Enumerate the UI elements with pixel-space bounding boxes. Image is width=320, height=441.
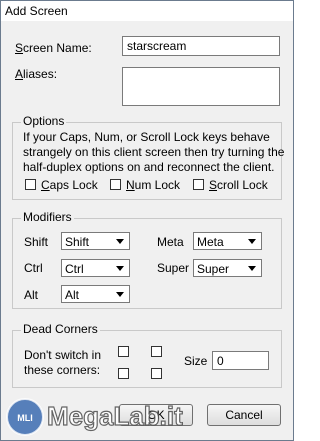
watermark-text: MegaLab.it: [47, 401, 183, 431]
scroll-lock-label: Scroll Lock: [209, 178, 268, 192]
watermark-badge: MLI: [17, 413, 33, 423]
options-description-line-2: strangely on this client screen then try…: [23, 145, 285, 159]
options-description-line-3: half-duplex options on and reconnect the…: [23, 160, 275, 174]
modifiers-legend: Modifiers: [21, 210, 74, 224]
num-lock-checkbox[interactable]: [110, 179, 121, 190]
options-legend: Options: [21, 114, 67, 128]
caps-lock-label: Caps Lock: [41, 178, 98, 192]
super-select-value: Super: [197, 262, 230, 276]
ctrl-select[interactable]: Ctrl: [61, 259, 130, 277]
chevron-down-icon: [116, 292, 124, 297]
shift-select[interactable]: Shift: [61, 232, 130, 250]
window-title: Add Screen: [5, 4, 68, 18]
screen-name-value: starscream: [127, 39, 187, 53]
screen-name-label: Screen Name:: [15, 41, 92, 55]
chevron-down-icon: [116, 266, 124, 271]
super-label: Super: [157, 261, 190, 275]
megalab-watermark-logo: MLI MegaLab.it: [6, 398, 183, 436]
aliases-label: Aliases:: [15, 67, 58, 81]
dead-corners-line-1: Don't switch in: [24, 348, 101, 362]
top-left-corner-checkbox[interactable]: [118, 346, 129, 357]
add-screen-dialog: Add Screen Screen Name: starscream Alias…: [0, 0, 294, 441]
title-bar: Add Screen: [1, 1, 293, 21]
shift-select-value: Shift: [65, 235, 90, 249]
shift-label: Shift: [24, 235, 49, 249]
chevron-down-icon: [248, 266, 256, 271]
chevron-down-icon: [116, 239, 124, 244]
top-right-corner-checkbox[interactable]: [151, 346, 162, 357]
alt-label: Alt: [24, 288, 39, 302]
dead-corners-legend: Dead Corners: [21, 322, 100, 336]
bottom-left-corner-checkbox[interactable]: [118, 368, 129, 379]
bottom-right-corner-checkbox[interactable]: [151, 368, 162, 379]
size-input[interactable]: 0: [212, 351, 269, 370]
alt-select[interactable]: Alt: [61, 285, 130, 303]
ctrl-label: Ctrl: [24, 261, 43, 275]
super-select[interactable]: Super: [193, 259, 262, 277]
options-description-line-1: If your Caps, Num, or Scroll Lock keys b…: [23, 130, 270, 144]
size-label: Size: [184, 354, 208, 368]
screen-name-input[interactable]: starscream: [122, 36, 280, 56]
meta-label: Meta: [157, 235, 184, 249]
cancel-button[interactable]: Cancel: [207, 404, 281, 426]
aliases-input[interactable]: [122, 67, 280, 106]
scroll-lock-checkbox[interactable]: [193, 179, 204, 190]
dead-corners-line-2: these corners:: [24, 363, 101, 377]
num-lock-label: Num Lock: [126, 178, 181, 192]
meta-select[interactable]: Meta: [193, 232, 262, 250]
size-value: 0: [217, 354, 224, 368]
alt-select-value: Alt: [65, 288, 80, 302]
caps-lock-checkbox[interactable]: [25, 179, 36, 190]
meta-select-value: Meta: [197, 235, 224, 249]
chevron-down-icon: [248, 239, 256, 244]
ctrl-select-value: Ctrl: [65, 262, 84, 276]
